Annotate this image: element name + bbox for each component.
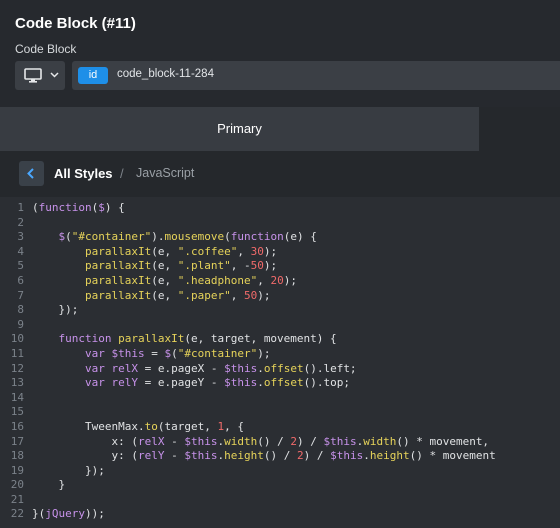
- tab-primary[interactable]: Primary: [0, 107, 479, 151]
- line-number: 6: [17, 273, 24, 287]
- tab-bar: Primary: [0, 107, 560, 151]
- line-number: 18: [10, 449, 24, 463]
- code-line-text[interactable]: var $this = $("#container");: [32, 347, 270, 362]
- code-line[interactable]: 13 var relY = e.pageY - $this.offset().t…: [0, 376, 560, 391]
- breadcrumb-all-styles[interactable]: All Styles: [54, 166, 113, 181]
- code-line[interactable]: 5 parallaxIt(e, ".plant", -50);: [0, 259, 560, 274]
- code-line[interactable]: 21: [0, 493, 560, 508]
- code-line-text[interactable]: TweenMax.to(target, 1, {: [32, 420, 244, 435]
- device-selector-button[interactable]: [15, 61, 65, 90]
- line-number: 11: [10, 346, 24, 360]
- code-line-text[interactable]: parallaxIt(e, ".plant", -50);: [32, 259, 277, 274]
- code-line[interactable]: 1 (function($) {: [0, 201, 560, 216]
- code-line-text[interactable]: (function($) {: [32, 201, 125, 216]
- chevron-down-icon: [50, 72, 59, 78]
- code-line[interactable]: 10 function parallaxIt(e, target, moveme…: [0, 332, 560, 347]
- line-number: 4: [17, 244, 24, 258]
- monitor-icon: [24, 68, 42, 83]
- line-number: 7: [17, 288, 24, 302]
- code-line[interactable]: 14: [0, 391, 560, 406]
- line-number: 15: [10, 405, 24, 419]
- line-number: 8: [17, 303, 24, 317]
- line-number: 22: [10, 507, 24, 521]
- code-line[interactable]: 11 var $this = $("#container");: [0, 347, 560, 362]
- code-line[interactable]: 6 parallaxIt(e, ".headphone", 20);: [0, 274, 560, 289]
- line-number: 10: [10, 332, 24, 346]
- line-number: 1: [17, 201, 24, 214]
- code-line-text[interactable]: }(jQuery));: [32, 507, 105, 522]
- code-line[interactable]: 3 $("#container").mousemove(function(e) …: [0, 230, 560, 245]
- line-number: 20: [10, 478, 24, 492]
- code-line[interactable]: 18 y: (relY - $this.height() / 2) / $thi…: [0, 449, 560, 464]
- line-number: 16: [10, 419, 24, 433]
- tab-bar-empty: [479, 107, 560, 151]
- line-number: 17: [10, 434, 24, 448]
- code-line[interactable]: 7 parallaxIt(e, ".paper", 50);: [0, 289, 560, 304]
- code-line-text[interactable]: var relY = e.pageY - $this.offset().top;: [32, 376, 350, 391]
- element-type-label: Code Block: [15, 42, 77, 56]
- code-line[interactable]: 9: [0, 318, 560, 333]
- header-panel: Code Block (#11) Code Block id code_bloc…: [0, 0, 560, 107]
- code-line[interactable]: 22 }(jQuery));: [0, 507, 560, 522]
- code-line[interactable]: 19 });: [0, 464, 560, 479]
- code-line-text[interactable]: function parallaxIt(e, target, movement)…: [32, 332, 337, 347]
- code-line-text[interactable]: parallaxIt(e, ".headphone", 20);: [32, 274, 297, 289]
- code-line[interactable]: 2: [0, 216, 560, 231]
- code-line[interactable]: 20 }: [0, 478, 560, 493]
- line-number: 12: [10, 361, 24, 375]
- code-line-text[interactable]: parallaxIt(e, ".paper", 50);: [32, 289, 270, 304]
- id-badge: id: [78, 67, 108, 84]
- code-line-text[interactable]: var relX = e.pageX - $this.offset().left…: [32, 362, 357, 377]
- line-number: 14: [10, 390, 24, 404]
- code-line-text[interactable]: x: (relX - $this.width() / 2) / $this.wi…: [32, 435, 489, 450]
- code-line-text[interactable]: }: [32, 478, 65, 493]
- code-line-text[interactable]: parallaxIt(e, ".coffee", 30);: [32, 245, 277, 260]
- line-number: 19: [10, 463, 24, 477]
- chevron-left-icon: [27, 168, 34, 179]
- code-line[interactable]: 4 parallaxIt(e, ".coffee", 30);: [0, 245, 560, 260]
- code-line-text[interactable]: });: [32, 303, 78, 318]
- code-line-text[interactable]: y: (relY - $this.height() / 2) / $this.h…: [32, 449, 495, 464]
- back-button[interactable]: [19, 161, 44, 186]
- breadcrumb: All Styles / JavaScript: [0, 151, 560, 197]
- code-editor[interactable]: 1 (function($) { 2 3 $("#container").mousem…: [0, 197, 560, 528]
- line-number: 21: [10, 492, 24, 506]
- line-number: 9: [17, 317, 24, 331]
- code-line[interactable]: 16 TweenMax.to(target, 1, {: [0, 420, 560, 435]
- code-line[interactable]: 8 });: [0, 303, 560, 318]
- code-line[interactable]: 17 x: (relX - $this.width() / 2) / $this…: [0, 435, 560, 450]
- element-id-value[interactable]: code_block-11-284: [117, 68, 214, 80]
- code-line-text[interactable]: $("#container").mousemove(function(e) {: [32, 230, 317, 245]
- code-line[interactable]: 15: [0, 405, 560, 420]
- breadcrumb-separator: /: [120, 166, 124, 181]
- code-content[interactable]: 1 (function($) { 2 3 $("#container").mousem…: [0, 201, 560, 522]
- breadcrumb-javascript: JavaScript: [136, 166, 195, 180]
- line-number: 5: [17, 259, 24, 273]
- code-line[interactable]: 12 var relX = e.pageX - $this.offset().l…: [0, 362, 560, 377]
- element-id-field[interactable]: id code_block-11-284: [72, 61, 560, 90]
- page-title: Code Block (#11): [15, 15, 136, 32]
- line-number: 3: [17, 230, 24, 244]
- line-number: 2: [17, 215, 24, 229]
- line-number: 13: [10, 376, 24, 390]
- code-line-text[interactable]: });: [32, 464, 105, 479]
